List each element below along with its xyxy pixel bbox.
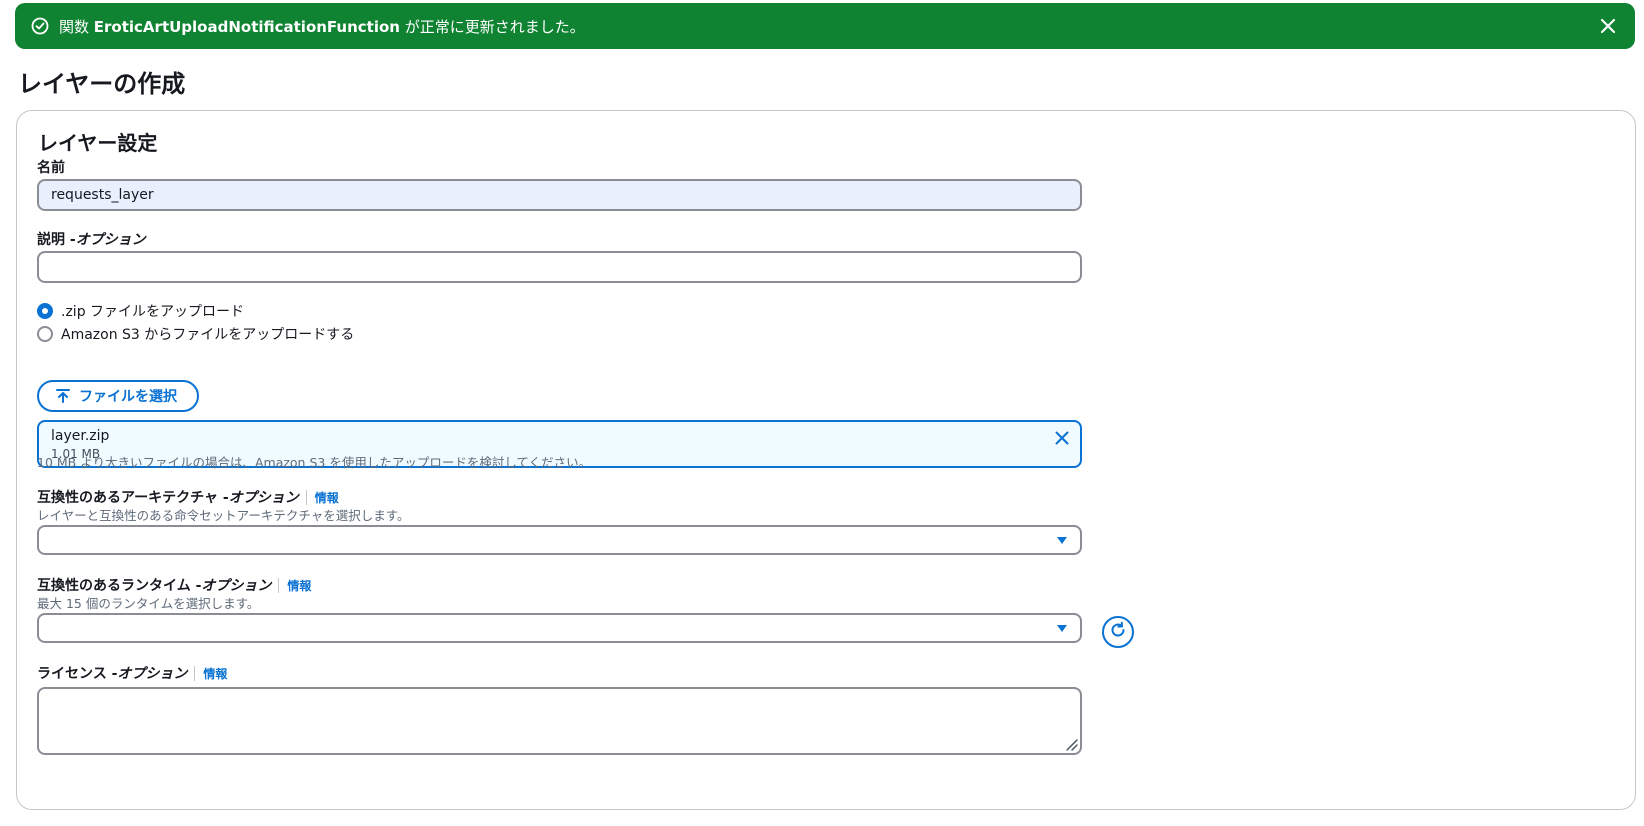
resize-handle-icon[interactable] <box>1064 737 1078 751</box>
architectures-label: 互換性のあるアーキテクチャ - オプション 情報 <box>37 489 339 506</box>
file-size-hint: 10 MB より大きいファイルの場合は、Amazon S3 を使用したアップロー… <box>37 455 592 470</box>
upload-icon <box>55 388 71 404</box>
layer-settings-container: レイヤー設定 名前 requests_layer 説明 - オプション .zip… <box>16 110 1636 810</box>
remove-file-icon[interactable] <box>1054 430 1070 446</box>
caret-down-icon <box>1056 536 1068 545</box>
radio-s3[interactable] <box>37 326 53 342</box>
success-flash-banner: 関数 EroticArtUploadNotificationFunction が… <box>15 3 1635 49</box>
architectures-description: レイヤーと互換性のある命令セットアーキテクチャを選択します。 <box>37 508 410 523</box>
runtimes-label: 互換性のあるランタイム - オプション 情報 <box>37 577 312 594</box>
license-label: ライセンス - オプション 情報 <box>37 665 228 682</box>
architectures-info-link[interactable]: 情報 <box>315 489 339 506</box>
name-input[interactable]: requests_layer <box>37 179 1082 211</box>
function-name: EroticArtUploadNotificationFunction <box>93 17 400 36</box>
refresh-runtimes-button[interactable] <box>1102 616 1134 648</box>
runtimes-select[interactable] <box>37 613 1082 643</box>
license-info-link[interactable]: 情報 <box>203 665 227 682</box>
page-title: レイヤーの作成 <box>18 70 186 98</box>
flash-message: 関数 EroticArtUploadNotificationFunction が… <box>59 17 585 36</box>
caret-down-icon <box>1056 624 1068 633</box>
upload-s3-option[interactable]: Amazon S3 からファイルをアップロードする <box>37 324 354 344</box>
radio-zip[interactable] <box>37 303 53 319</box>
upload-zip-option[interactable]: .zip ファイルをアップロード <box>37 301 244 321</box>
architectures-select[interactable] <box>37 525 1082 555</box>
runtimes-info-link[interactable]: 情報 <box>287 577 311 594</box>
description-label: 説明 - オプション <box>37 232 146 248</box>
close-icon[interactable] <box>1599 17 1617 35</box>
file-name: layer.zip <box>51 428 110 444</box>
choose-file-button[interactable]: ファイルを選択 <box>37 380 199 412</box>
license-textarea[interactable] <box>37 687 1082 755</box>
description-input[interactable] <box>37 251 1082 283</box>
layer-settings-title: レイヤー設定 <box>38 131 158 155</box>
refresh-icon <box>1109 621 1127 643</box>
name-label: 名前 <box>37 160 65 176</box>
check-circle-icon <box>31 17 49 35</box>
runtimes-description: 最大 15 個のランタイムを選択します。 <box>37 596 260 611</box>
